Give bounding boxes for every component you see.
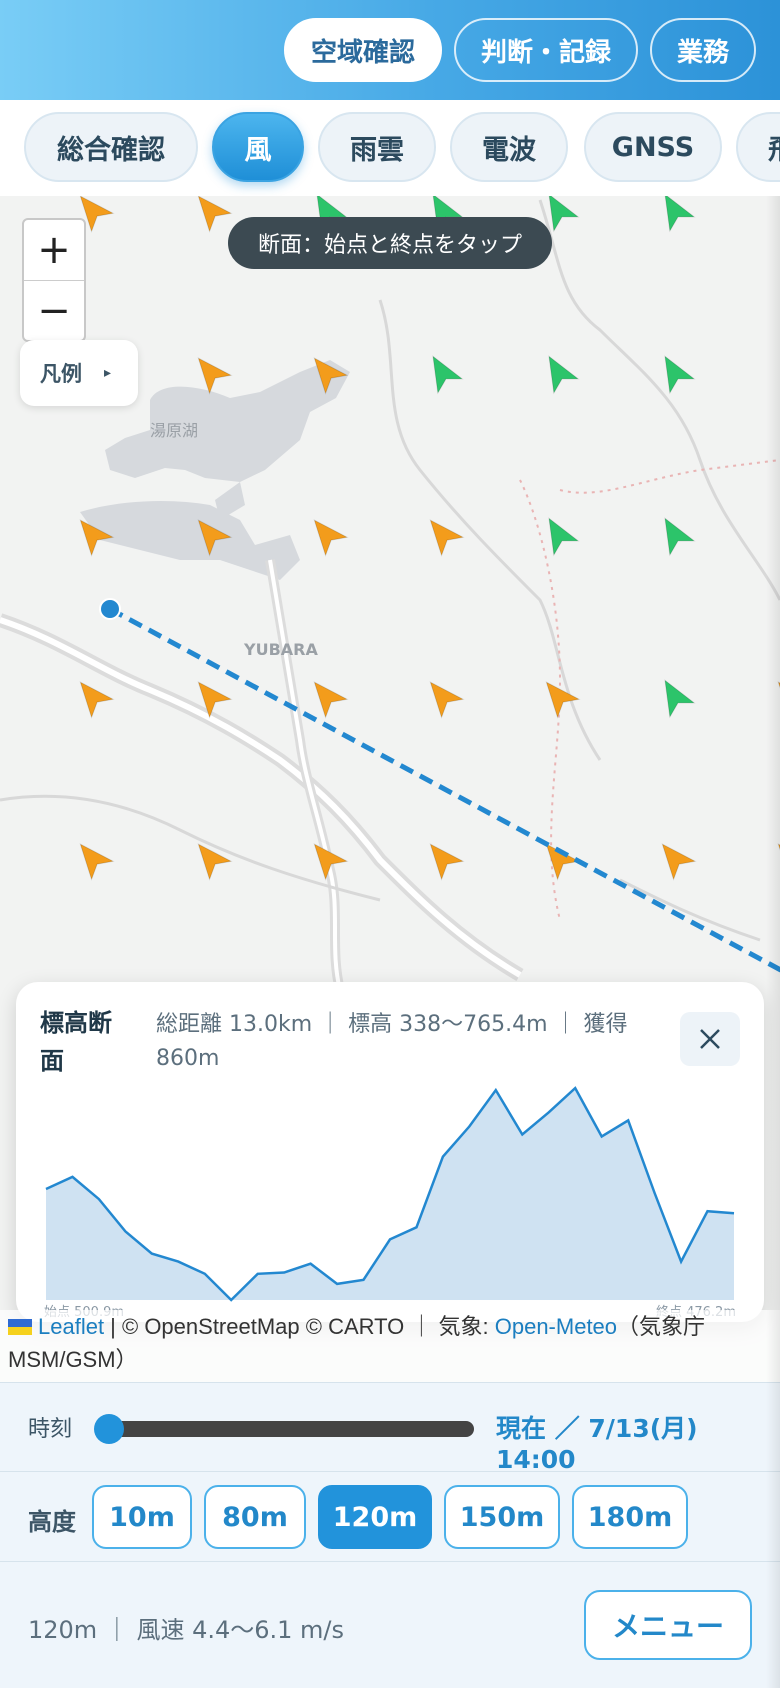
wind-arrow-orange [313,681,349,719]
altitude-120m-button[interactable]: 120m [318,1485,432,1549]
wind-arrow-orange [79,843,115,881]
elevation-area [46,1088,734,1300]
wind-arrow-green [769,349,780,392]
time-value: 現在 ／ 7/13(月) 14:00 [496,1414,698,1474]
wind-arrow-orange [79,681,115,719]
ukraine-flag-icon [8,1319,32,1335]
top-nav: 空域確認 判断・記録 業務 [0,0,780,100]
time-control: 時刻 現在 ／ 7/13(月) 14:00 [0,1382,780,1474]
tab-gnss[interactable]: GNSS [584,112,722,182]
attribution-osm: | © OpenStreetMap © CARTO ｜ 気象: [104,1314,495,1339]
time-label: 時刻 [28,1417,73,1442]
menu-button[interactable]: メニュー [584,1590,752,1660]
wind-arrow-green [432,355,464,395]
legend-toggle[interactable]: 凡例 ▸ [20,340,138,406]
wind-status: 120m ｜ 風速 4.4〜6.1 m/s [28,1616,345,1644]
wind-arrow-green [664,517,696,557]
zoom-in-button[interactable]: + [24,220,84,281]
layer-tabs: 総合確認 風 雨雲 電波 GNSS 飛 [0,100,780,197]
wind-arrow-green [769,196,780,231]
nav-judgement-button[interactable]: 判断・記録 [454,18,638,82]
wind-arrow-orange [429,843,465,881]
wind-arrow-orange [661,843,697,881]
wind-arrow-orange [197,196,233,233]
town-label: YUBARA [243,640,318,659]
zoom-out-button[interactable]: − [24,281,84,341]
wind-arrow-green [664,355,696,395]
leaflet-link[interactable]: Leaflet [38,1314,104,1339]
wind-arrow-green [769,511,780,554]
altitude-10m-button[interactable]: 10m [92,1485,192,1549]
altitude-label: 高度 [28,1508,76,1536]
footer: 120m ｜ 風速 4.4〜6.1 m/s メニュー [0,1562,780,1688]
time-slider-track[interactable] [98,1421,474,1437]
nav-business-button[interactable]: 業務 [650,18,756,82]
altitude-control: 高度 10m 80m 120m 150m 180m [0,1472,780,1562]
cross-section-hint: 断面：始点と終点をタップ [228,217,552,269]
wind-arrow-green [664,196,696,233]
elevation-chart: 始点 500.9m 終点 476.2m [44,1086,736,1320]
nav-airspace-button[interactable]: 空域確認 [284,18,442,82]
wind-arrow-orange [429,519,465,557]
tab-radio[interactable]: 電波 [450,112,568,182]
tab-wind[interactable]: 風 [212,112,304,182]
wind-arrow-orange [777,843,780,881]
tab-rain-cloud[interactable]: 雨雲 [318,112,436,182]
wind-arrow-orange [777,681,780,719]
map-attribution: Leaflet | © OpenStreetMap © CARTO ｜ 気象: … [0,1310,780,1382]
lake-label: 湯原湖 [150,421,198,440]
wind-arrow-green [664,679,696,719]
legend-label: 凡例 [40,362,82,386]
altitude-80m-button[interactable]: 80m [204,1485,306,1549]
wind-arrow-orange [197,357,233,395]
tab-flight[interactable]: 飛 [736,112,780,182]
wind-arrow-orange [313,519,349,557]
open-meteo-link[interactable]: Open-Meteo [495,1314,617,1339]
altitude-180m-button[interactable]: 180m [572,1485,688,1549]
wind-arrow-green [548,355,580,395]
wind-arrow-orange [197,843,233,881]
tab-overview[interactable]: 総合確認 [24,112,198,182]
caret-right-icon: ▸ [104,365,112,381]
zoom-control: + − [22,218,86,342]
wind-arrow-orange [545,681,581,719]
elevation-profile-panel: 標高断面 総距離 13.0km ｜ 標高 338〜765.4m ｜ 獲得 860… [16,982,764,1322]
cross-section-start-point[interactable] [99,598,121,620]
time-slider-thumb[interactable] [94,1414,124,1444]
altitude-150m-button[interactable]: 150m [444,1485,560,1549]
wind-arrow-orange [429,681,465,719]
